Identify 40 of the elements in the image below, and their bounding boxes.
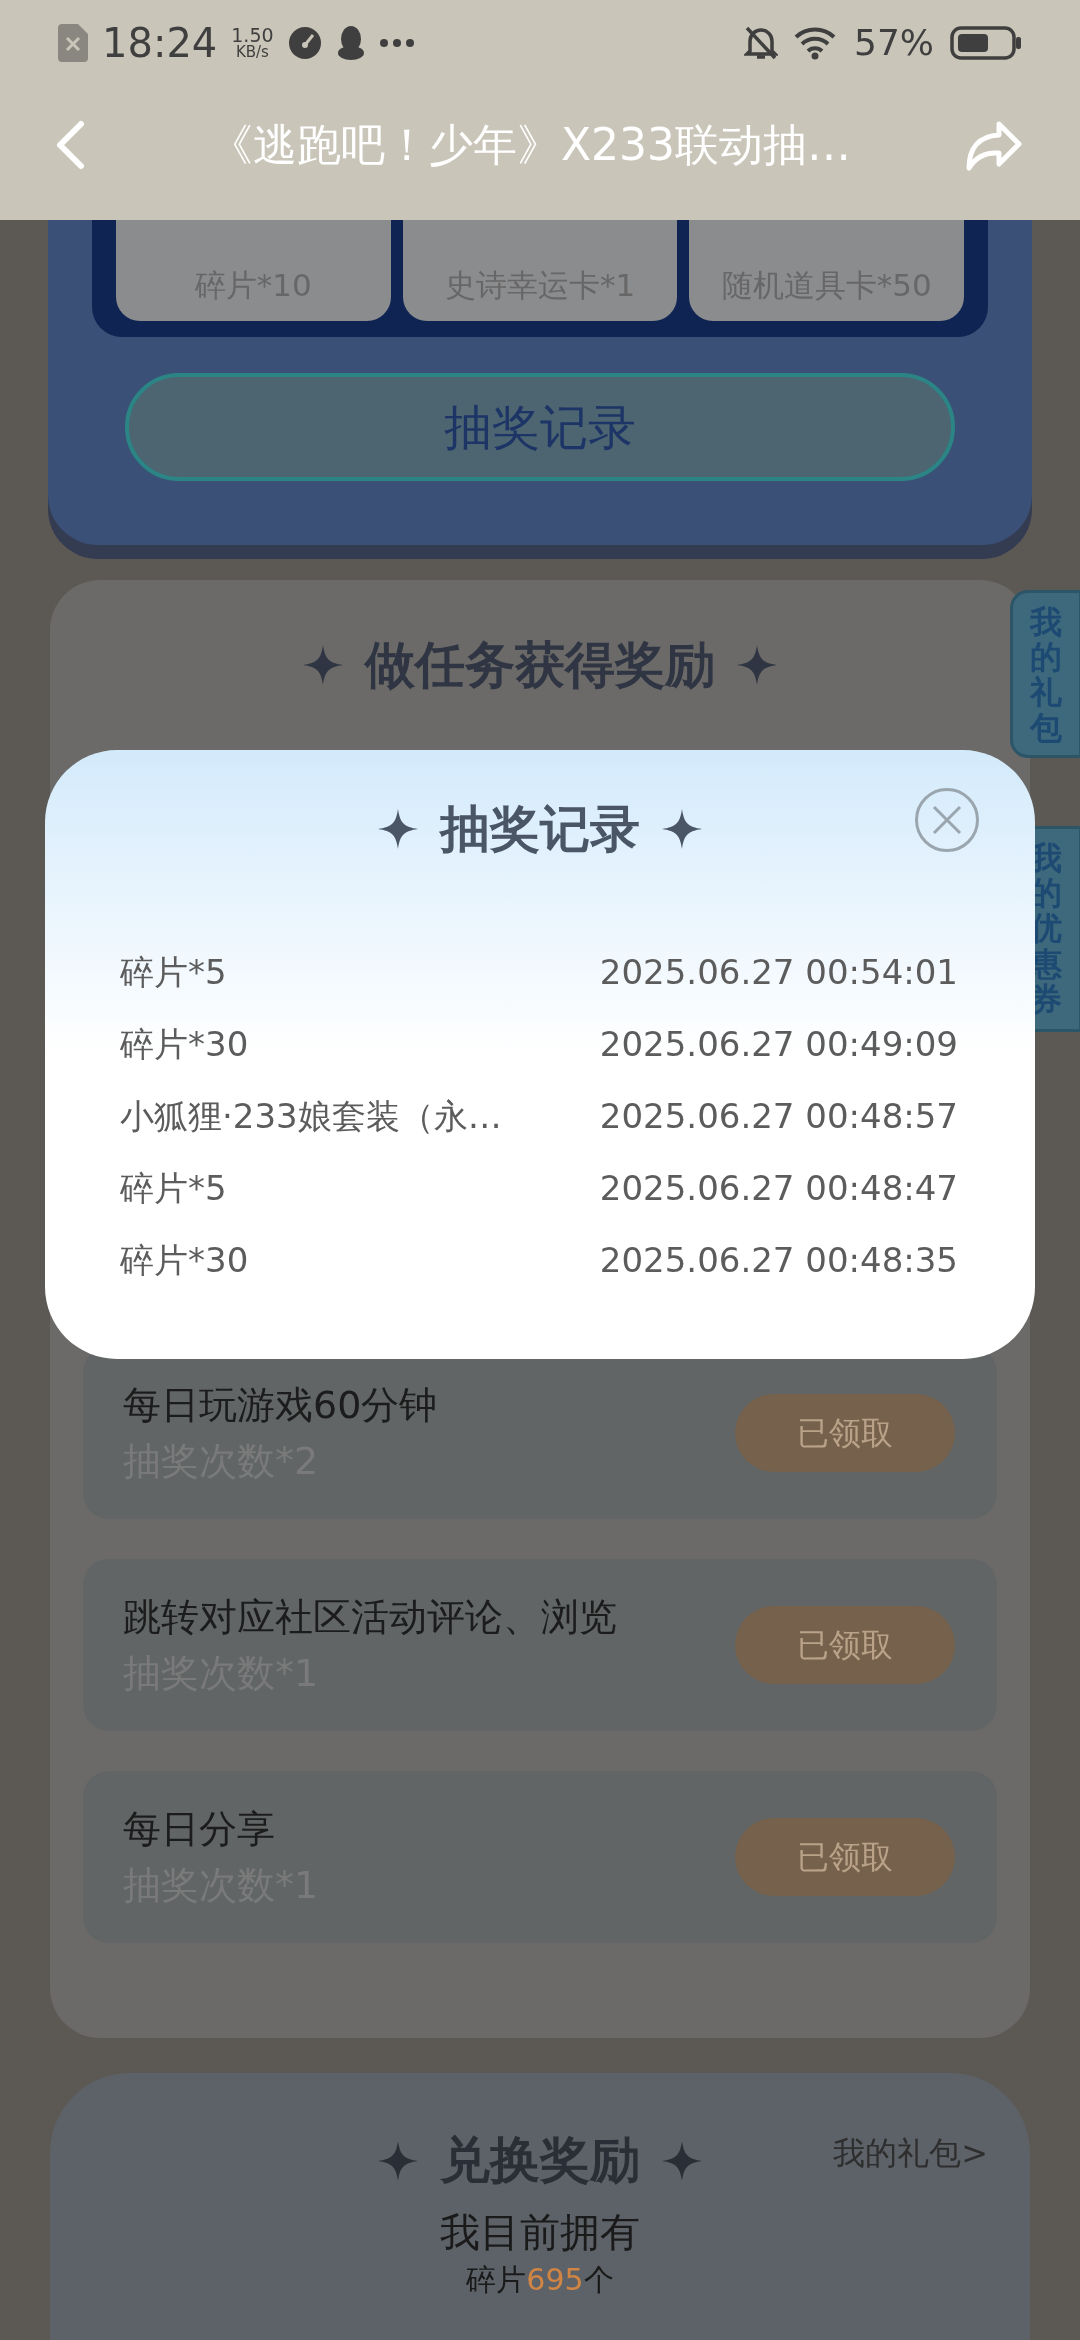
wifi-icon (794, 25, 838, 60)
record-time: 2025.06.27 00:48:35 (599, 1238, 958, 1282)
back-icon (55, 120, 85, 170)
sparkle-icon (662, 809, 702, 849)
record-item: 碎片*30 (120, 1238, 249, 1282)
gauge-icon (287, 25, 322, 60)
task-name: 每日分享 (123, 1806, 276, 1853)
sparkle-icon (737, 645, 777, 685)
record-time: 2025.06.27 00:49:09 (599, 1022, 958, 1066)
claim-button[interactable]: 已领取 (735, 1606, 955, 1684)
owned-label: 我目前拥有 (440, 2208, 640, 2257)
network-speed: 1.50 (231, 25, 274, 45)
battery-percent: 57% (854, 24, 934, 61)
more-icon (379, 38, 414, 47)
network-speed-unit: KB/s (235, 44, 269, 60)
penguin-icon (335, 24, 366, 61)
close-icon (932, 805, 962, 835)
claim-button[interactable]: 已领取 (735, 1818, 955, 1896)
claim-button[interactable]: 已领取 (735, 1394, 955, 1472)
record-item: 碎片*5 (120, 1166, 227, 1210)
record-item: 小狐狸·233娘套装（永… (120, 1094, 502, 1138)
record-time: 2025.06.27 00:48:47 (599, 1166, 958, 1210)
record-item: 碎片*5 (120, 950, 227, 994)
clock-time: 18:24 (102, 22, 218, 63)
page-title: 《逃跑吧！少年》X233联动抽… (207, 118, 853, 172)
task-name: 每日玩游戏60分钟 (123, 1382, 439, 1429)
fragment-count: 碎片695个 (466, 2261, 614, 2299)
record-item: 碎片*30 (120, 1022, 249, 1066)
record-time: 2025.06.27 00:54:01 (599, 950, 958, 994)
gift-pack-link[interactable]: 我的礼包> (833, 2129, 988, 2177)
record-time: 2025.06.27 00:48:57 (599, 1094, 958, 1138)
dialog-title: 抽奖记录 (440, 798, 640, 860)
section-title: 做任务获得奖励 (365, 634, 715, 696)
bell-off-icon (744, 24, 778, 61)
sim-card-icon (58, 23, 88, 62)
sparkle-icon (378, 809, 418, 849)
battery-icon (950, 25, 1022, 60)
sparkle-icon (303, 645, 343, 685)
task-name: 跳转对应社区活动评论、浏览 (123, 1594, 618, 1641)
close-button[interactable] (915, 788, 979, 852)
